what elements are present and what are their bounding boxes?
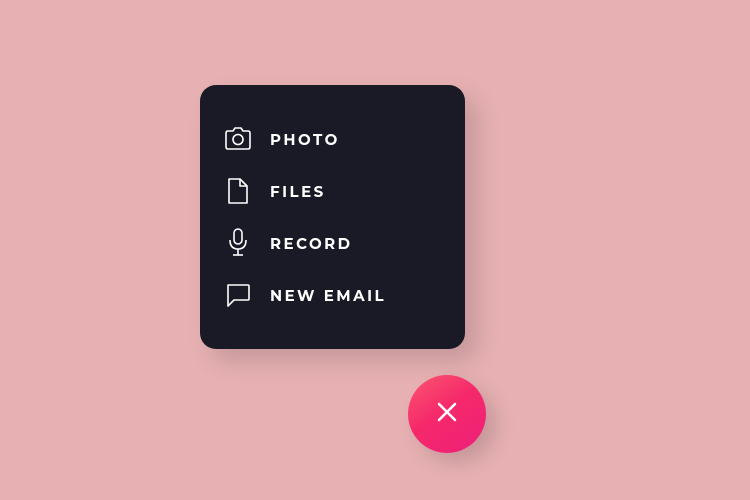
microphone-icon — [224, 229, 252, 257]
menu-item-files[interactable]: FILES — [224, 165, 441, 217]
file-icon — [224, 177, 252, 205]
close-icon — [434, 399, 460, 430]
close-button[interactable] — [408, 375, 486, 453]
menu-item-record[interactable]: RECORD — [224, 217, 441, 269]
menu-item-label: PHOTO — [270, 130, 340, 149]
menu-item-photo[interactable]: PHOTO — [224, 113, 441, 165]
menu-item-label: RECORD — [270, 234, 353, 253]
chat-icon — [224, 281, 252, 309]
menu-item-new-email[interactable]: NEW EMAIL — [224, 269, 441, 321]
menu-item-label: FILES — [270, 182, 326, 201]
menu-item-label: NEW EMAIL — [270, 286, 386, 305]
camera-icon — [224, 125, 252, 153]
action-menu-panel: PHOTO FILES RECORD NEW EMAIL — [200, 85, 465, 349]
